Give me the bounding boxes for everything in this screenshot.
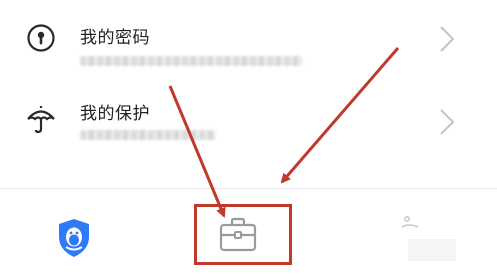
- list-item-my-protection[interactable]: 我的保护: [0, 82, 497, 164]
- shield-penguin-icon: [59, 219, 89, 257]
- list-item-subtitle-blurred: [80, 56, 302, 66]
- keyhole-icon: [27, 24, 55, 52]
- list-item-title: 我的保护: [80, 104, 150, 124]
- screen: 我的密码 我的保护: [0, 0, 497, 274]
- settings-list: 我的密码 我的保护: [0, 0, 497, 188]
- list-item-subtitle: [0, 0, 1, 1]
- chevron-right-icon: [440, 109, 455, 135]
- list-item-subtitle: [0, 82, 1, 83]
- list-item-title: 我的密码: [80, 28, 150, 48]
- annotation-highlight-box: [194, 204, 292, 265]
- tab-3-icon: [401, 216, 456, 261]
- chevron-right-icon: [440, 26, 455, 52]
- list-item-subtitle-blurred: [80, 130, 216, 140]
- tab-third[interactable]: [360, 189, 480, 274]
- umbrella-icon: [27, 106, 55, 134]
- tab-security[interactable]: [20, 189, 140, 274]
- list-item-my-password[interactable]: 我的密码: [0, 0, 497, 82]
